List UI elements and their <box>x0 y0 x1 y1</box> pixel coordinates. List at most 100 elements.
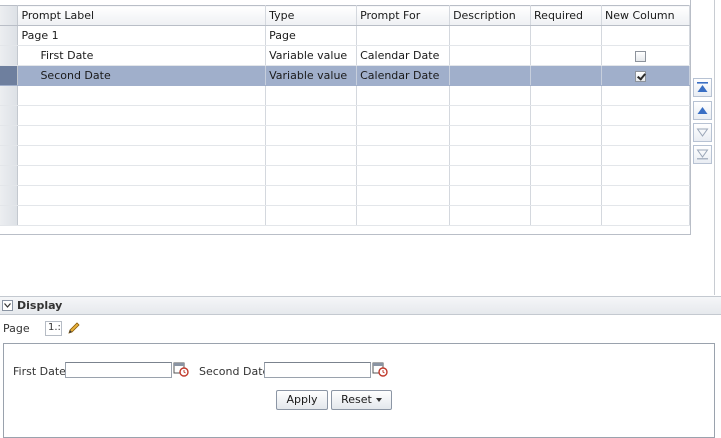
cell-prompt-label: Second Date <box>17 65 267 86</box>
row-header <box>0 85 19 106</box>
cell-prompt-label: First Date <box>17 45 267 66</box>
empty-cell <box>449 145 532 166</box>
cell-type: Page <box>265 25 358 46</box>
empty-cell <box>265 105 358 126</box>
collapse-toggle-button[interactable] <box>2 300 13 311</box>
move-to-top-button[interactable] <box>693 78 712 97</box>
cell-description <box>449 65 532 86</box>
cell-description <box>449 45 532 66</box>
move-to-bottom-button[interactable] <box>693 145 712 164</box>
page-select[interactable]: 1.: <box>45 321 62 336</box>
row-header[interactable] <box>0 45 19 66</box>
table-row[interactable]: Page 1 Page <box>0 25 691 46</box>
empty-cell <box>17 185 267 206</box>
row-header <box>0 205 19 226</box>
table-row[interactable]: First Date Variable value Calendar Date <box>0 45 691 66</box>
pencil-icon <box>68 322 80 334</box>
display-section-header[interactable]: Display <box>0 296 721 315</box>
scroll-edge[interactable] <box>714 0 721 295</box>
empty-cell <box>356 105 451 126</box>
reset-button-label: Reset <box>341 393 372 406</box>
empty-cell <box>17 125 267 146</box>
calendar-icon <box>372 362 388 377</box>
cell-required <box>530 25 602 46</box>
row-header[interactable] <box>0 65 19 86</box>
empty-cell <box>601 85 691 106</box>
empty-cell <box>265 165 358 186</box>
empty-cell <box>356 205 451 226</box>
empty-cell <box>265 205 358 226</box>
empty-cell <box>449 185 532 206</box>
empty-cell <box>530 85 602 106</box>
empty-cell <box>356 125 451 146</box>
empty-cell <box>530 105 602 126</box>
empty-cell <box>530 165 602 186</box>
row-header <box>0 165 19 186</box>
empty-table-row <box>0 85 691 106</box>
new-column-checkbox[interactable] <box>634 50 646 62</box>
empty-cell <box>601 125 691 146</box>
column-header-prompt-label[interactable]: Prompt Label <box>17 5 267 26</box>
empty-cell <box>449 85 532 106</box>
column-header-required[interactable]: Required <box>530 5 602 26</box>
cell-new-column <box>601 45 691 66</box>
row-header <box>0 125 19 146</box>
second-date-input[interactable] <box>264 362 371 378</box>
move-down-button[interactable] <box>693 123 712 142</box>
cell-type: Variable value <box>265 65 358 86</box>
column-header-type[interactable]: Type <box>265 5 358 26</box>
prompts-grid: Prompt Label Type Prompt For Description… <box>0 0 691 235</box>
empty-table-row <box>0 205 691 226</box>
empty-table-row <box>0 105 691 126</box>
empty-cell <box>449 105 532 126</box>
second-date-label: Second Date <box>199 365 270 378</box>
move-top-icon <box>697 82 708 92</box>
new-column-checkbox[interactable] <box>634 70 646 82</box>
empty-cell <box>601 105 691 126</box>
prompts-table: Prompt Label Type Prompt For Description… <box>0 5 691 226</box>
row-header-corner <box>0 5 19 26</box>
second-date-calendar-button[interactable] <box>372 361 388 380</box>
table-header-row: Prompt Label Type Prompt For Description… <box>0 5 691 26</box>
chevron-down-icon <box>4 303 11 308</box>
column-header-prompt-for[interactable]: Prompt For <box>356 5 451 26</box>
calendar-icon <box>173 362 189 377</box>
column-header-description[interactable]: Description <box>449 5 532 26</box>
prompt-preview-panel: First Date Second Date Apply Reset <box>3 343 715 438</box>
empty-cell <box>601 145 691 166</box>
first-date-label: First Date <box>13 365 66 378</box>
reset-button[interactable]: Reset <box>331 390 392 410</box>
empty-cell <box>530 125 602 146</box>
empty-table-row <box>0 185 691 206</box>
empty-cell <box>17 205 267 226</box>
apply-button[interactable]: Apply <box>276 390 328 410</box>
empty-cell <box>530 185 602 206</box>
page-label: Page <box>3 322 30 335</box>
empty-cell <box>449 165 532 186</box>
row-header[interactable] <box>0 25 19 46</box>
move-up-button[interactable] <box>693 101 712 120</box>
dropdown-caret-icon <box>375 398 382 402</box>
empty-cell <box>356 185 451 206</box>
first-date-calendar-button[interactable] <box>173 361 189 380</box>
cell-prompt-for <box>356 25 451 46</box>
edit-pencil-button[interactable] <box>67 321 81 338</box>
move-down-icon <box>696 128 709 137</box>
empty-cell <box>265 125 358 146</box>
table-row-selected[interactable]: Second Date Variable value Calendar Date <box>0 65 691 86</box>
cell-type: Variable value <box>265 45 358 66</box>
cell-required <box>530 65 602 86</box>
cell-required <box>530 45 602 66</box>
empty-cell <box>17 145 267 166</box>
display-section-title: Display <box>17 299 63 312</box>
column-header-new-column[interactable]: New Column <box>601 5 691 26</box>
row-header <box>0 145 19 166</box>
cell-prompt-label: Page 1 <box>17 25 267 46</box>
empty-cell <box>17 85 267 106</box>
empty-cell <box>601 185 691 206</box>
empty-cell <box>449 205 532 226</box>
row-header <box>0 105 19 126</box>
first-date-input[interactable] <box>65 362 172 378</box>
empty-cell <box>601 165 691 186</box>
cell-description <box>449 25 532 46</box>
